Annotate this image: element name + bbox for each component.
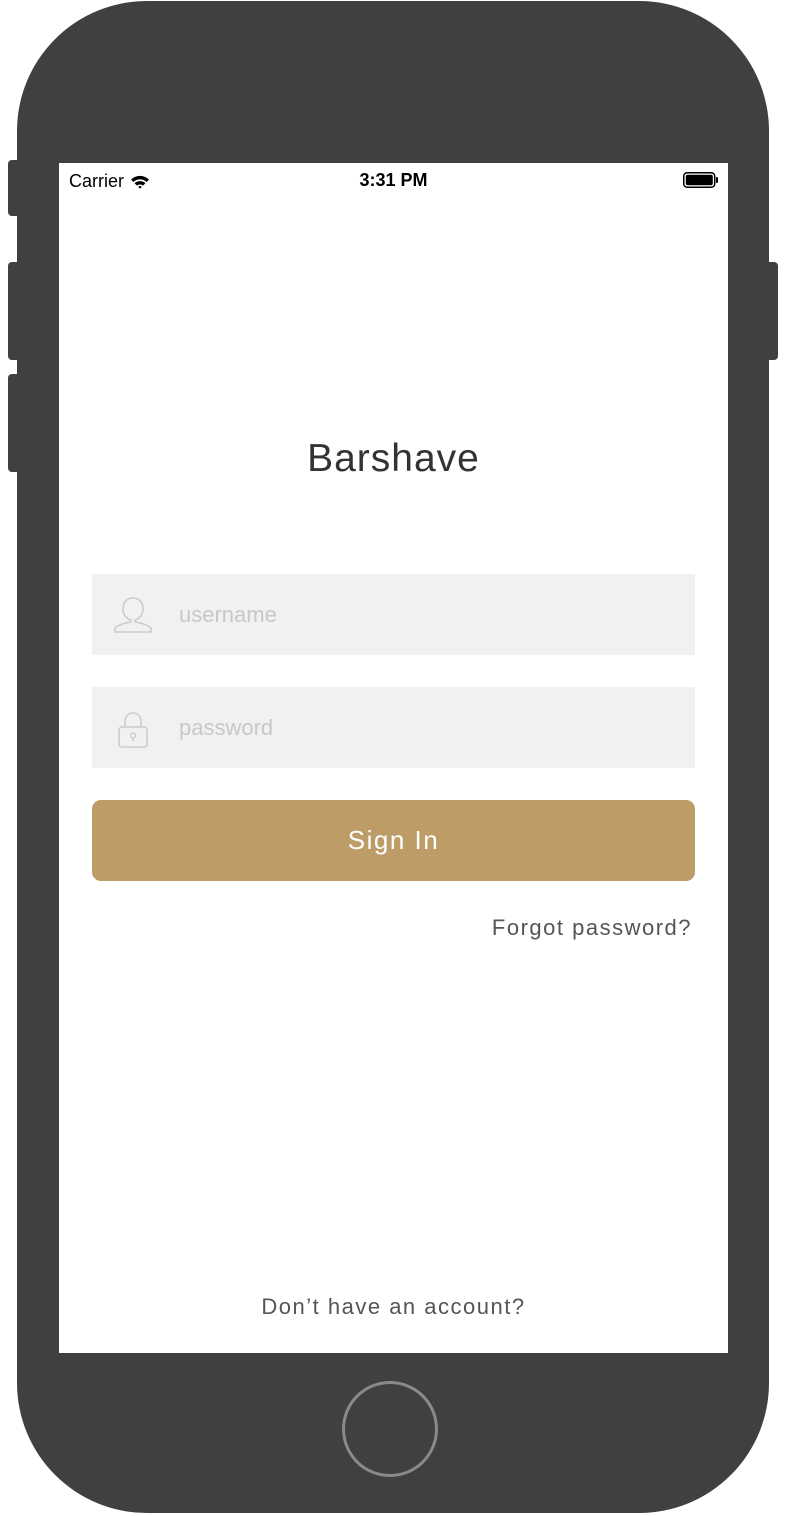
home-button[interactable] bbox=[342, 1381, 438, 1477]
battery-icon bbox=[683, 172, 718, 188]
forgot-password-link[interactable]: Forgot password? bbox=[492, 915, 692, 941]
sign-in-button[interactable]: Sign In bbox=[92, 800, 695, 881]
status-time: 3:31 PM bbox=[359, 170, 428, 190]
lock-icon bbox=[118, 712, 148, 748]
password-field[interactable] bbox=[92, 687, 695, 768]
password-input[interactable] bbox=[179, 687, 679, 768]
username-field[interactable] bbox=[92, 574, 695, 655]
user-icon bbox=[114, 597, 152, 633]
status-bar: Carrier 3:31 PM bbox=[59, 163, 728, 197]
sign-up-link[interactable]: Don’t have an account? bbox=[59, 1294, 728, 1320]
username-input[interactable] bbox=[179, 574, 679, 655]
app-title: Barshave bbox=[307, 437, 480, 480]
app-screen: Carrier 3:31 PM Barshave Sign I bbox=[59, 163, 728, 1353]
